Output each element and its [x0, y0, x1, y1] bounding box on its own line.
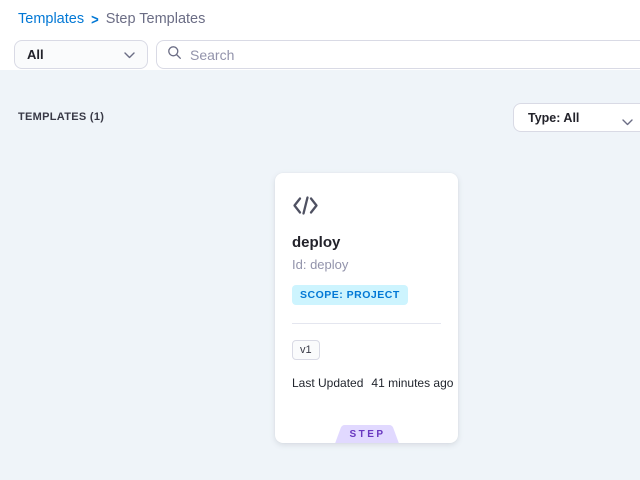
breadcrumb-current-page: Step Templates: [106, 11, 206, 27]
scope-badge: SCOPE: PROJECT: [292, 285, 408, 305]
template-card[interactable]: deploy Id: deploy SCOPE: PROJECT v1 Last…: [275, 173, 458, 443]
breadcrumb: Templates > Step Templates: [18, 11, 205, 27]
search-icon: [167, 45, 190, 65]
search-box[interactable]: [156, 40, 640, 69]
last-updated-label: Last Updated: [292, 376, 363, 390]
app-window: Templates > Step Templates All TEMPLATES…: [0, 0, 640, 480]
template-id: Id: deploy: [292, 257, 348, 272]
templates-count-label: TEMPLATES (1): [18, 111, 104, 123]
chevron-down-icon: [622, 113, 633, 131]
breadcrumb-templates-link[interactable]: Templates: [18, 11, 84, 27]
search-input[interactable]: [190, 47, 639, 63]
breadcrumb-separator-icon: >: [91, 10, 99, 27]
template-type-tab: STEP: [332, 425, 402, 443]
chevron-down-icon: [124, 46, 135, 64]
template-title: deploy: [292, 234, 340, 251]
last-updated: Last Updated 41 minutes ago: [292, 376, 453, 390]
type-filter-dropdown[interactable]: Type: All: [513, 103, 640, 132]
scope-filter-value: All: [27, 47, 44, 62]
code-icon: [292, 195, 319, 221]
header: Templates > Step Templates All: [0, 0, 640, 70]
content-area: TEMPLATES (1) Type: All deploy Id: deplo…: [0, 70, 640, 480]
scope-filter-dropdown[interactable]: All: [14, 40, 148, 69]
type-filter-value: Type: All: [528, 111, 579, 125]
step-tab-label: STEP: [332, 425, 402, 443]
card-divider: [292, 323, 441, 324]
version-chip: v1: [292, 340, 320, 360]
last-updated-value: 41 minutes ago: [371, 376, 453, 390]
